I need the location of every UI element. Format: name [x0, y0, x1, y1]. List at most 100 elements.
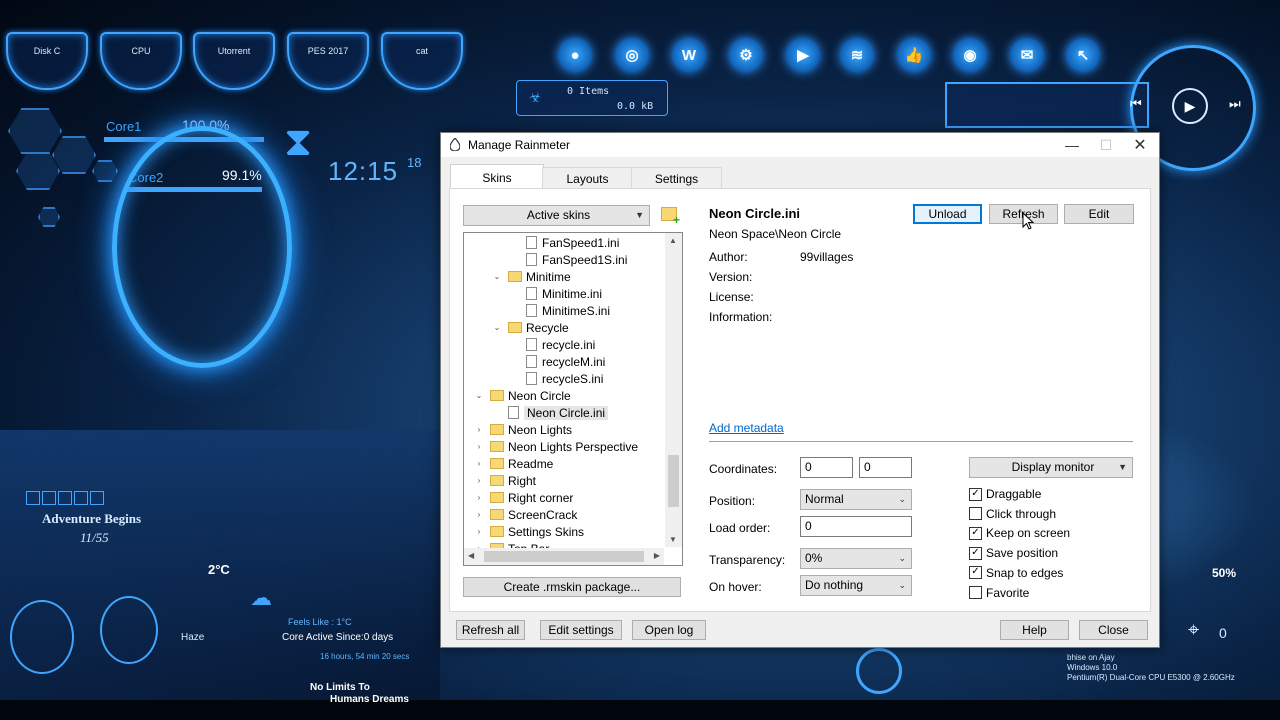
checkbox-keep-on-screen[interactable]: ✓ Keep on screen	[969, 526, 1070, 540]
gauge-cat[interactable]: cat	[381, 32, 463, 90]
expand-closed-icon[interactable]: ›	[474, 442, 484, 451]
checkmark-icon[interactable]: ✓	[969, 546, 982, 560]
tree-row[interactable]: › Right	[474, 472, 536, 489]
checkbox-save-position[interactable]: ✓ Save position	[969, 546, 1058, 560]
checkmark-icon[interactable]: ✓	[969, 526, 982, 540]
clock-seconds: 18	[407, 155, 422, 170]
radio-icon[interactable]: ◉	[953, 38, 987, 72]
tree-row[interactable]: › Neon Lights	[474, 421, 572, 438]
next-icon[interactable]: ⏭	[1229, 96, 1241, 112]
core-active: Core Active Since:0 days	[282, 632, 394, 643]
tab-skins[interactable]: Skins	[450, 164, 544, 190]
tree-item-label: Neon Circle	[508, 388, 571, 403]
empty-checkbox-icon[interactable]	[969, 507, 982, 521]
chrome-icon[interactable]: ◎	[615, 38, 649, 72]
title-bar[interactable]: Manage Rainmeter — ☐ ✕	[441, 133, 1159, 157]
coordinate-x-field[interactable]: 0	[800, 457, 853, 478]
coordinate-y-field[interactable]: 0	[859, 457, 912, 478]
like-icon[interactable]: 👍	[897, 38, 931, 72]
tree-row[interactable]: MinitimeS.ini	[510, 302, 610, 319]
maximize-button[interactable]: ☐	[1089, 133, 1123, 157]
select-value: Do nothing	[805, 578, 864, 592]
refresh-all-button[interactable]: Refresh all	[456, 620, 525, 640]
expand-open-icon[interactable]: ⌄	[474, 391, 484, 400]
tree-vertical-scrollbar[interactable]: ▲ ▼	[665, 233, 682, 547]
arrow-icon[interactable]: ↖	[1066, 38, 1100, 72]
checkbox-favorite[interactable]: Favorite	[969, 586, 1029, 600]
tree-row[interactable]: ⌄ Neon Circle	[474, 387, 571, 404]
load-order-field[interactable]: 0	[800, 516, 912, 537]
scroll-right-icon[interactable]: ▶	[654, 551, 660, 560]
tree-row[interactable]: › Settings Skins	[474, 523, 584, 540]
mail-icon[interactable]: ✉	[1010, 38, 1044, 72]
edit-settings-button[interactable]: Edit settings	[540, 620, 622, 640]
expand-closed-icon[interactable]: ›	[474, 493, 484, 502]
empty-checkbox-icon[interactable]	[969, 586, 982, 599]
tree-row[interactable]: › ScreenCrack	[474, 506, 578, 523]
edit-button[interactable]: Edit	[1064, 204, 1134, 224]
tree-row[interactable]: recycleS.ini	[510, 370, 603, 387]
tree-row[interactable]: › Readme	[474, 455, 554, 472]
tree-row[interactable]: Neon Circle.ini	[492, 404, 609, 421]
create-rmskin-package-button[interactable]: Create .rmskin package...	[463, 577, 681, 597]
checkbox-snap-to-edges[interactable]: ✓ Snap to edges	[969, 566, 1063, 580]
checkbox-click-through[interactable]: Click through	[969, 507, 1056, 521]
tree-item-label: Neon Lights Perspective	[508, 439, 639, 454]
checkbox-draggable[interactable]: ✓ Draggable	[969, 487, 1041, 501]
spotify-icon[interactable]: ≋	[840, 38, 874, 72]
tree-horizontal-scrollbar[interactable]: ◀ ▶	[464, 548, 664, 565]
tree-row[interactable]: › Neon Lights Perspective	[474, 438, 638, 455]
steam-icon[interactable]: ⚙	[729, 38, 763, 72]
checkmark-icon[interactable]: ✓	[969, 566, 982, 580]
tree-row[interactable]: ⌄ Minitime	[492, 268, 571, 285]
checkbox-label: Save position	[986, 546, 1059, 561]
tree-row[interactable]: Minitime.ini	[510, 285, 602, 302]
scroll-up-icon[interactable]: ▲	[669, 236, 677, 245]
skins-tree[interactable]: FanSpeed1.ini FanSpeed1S.ini ⌄ Minitime Mini…	[463, 232, 683, 566]
play-icon[interactable]: ▶	[1172, 88, 1208, 124]
open-log-button[interactable]: Open log	[632, 620, 706, 640]
checkmark-icon[interactable]: ✓	[969, 487, 982, 501]
close-window-button[interactable]: ✕	[1123, 133, 1157, 157]
tree-row[interactable]: › Right corner	[474, 489, 574, 506]
tree-row[interactable]: FanSpeed1.ini	[510, 234, 619, 251]
unload-button[interactable]: Unload	[913, 204, 982, 224]
word-icon[interactable]: W	[672, 38, 706, 72]
close-button[interactable]: Close	[1079, 620, 1148, 640]
minimize-button[interactable]: —	[1055, 133, 1089, 157]
previous-icon[interactable]: ⏮	[1130, 96, 1142, 112]
expand-closed-icon[interactable]: ›	[474, 476, 484, 485]
active-skins-dropdown[interactable]: Active skins ▼	[463, 205, 650, 226]
expand-closed-icon[interactable]: ›	[474, 425, 484, 434]
youtube-icon[interactable]: ▶	[786, 38, 820, 72]
expand-closed-icon[interactable]: ›	[474, 510, 484, 519]
gauge-pes-2017[interactable]: PES 2017	[287, 32, 369, 90]
tree-row[interactable]: ⌄ Recycle	[492, 319, 569, 336]
gauge-disk-c[interactable]: Disk C	[6, 32, 88, 90]
expand-closed-icon[interactable]: ›	[474, 459, 484, 468]
position-select[interactable]: Normal ⌄	[800, 489, 912, 510]
add-metadata-link[interactable]: Add metadata	[709, 421, 784, 435]
expand-closed-icon[interactable]: ›	[474, 527, 484, 536]
recycle-panel[interactable]: ☣ 0 Items 0.0 kB	[516, 80, 668, 116]
scrollbar-thumb[interactable]	[668, 455, 679, 507]
new-skin-icon[interactable]: +	[661, 207, 680, 226]
tree-row[interactable]: FanSpeed1S.ini	[510, 251, 627, 268]
gauge-utorrent[interactable]: Utorrent	[193, 32, 275, 90]
tree-row[interactable]: recycle.ini	[510, 336, 595, 353]
h-scrollbar-thumb[interactable]	[484, 551, 644, 562]
display-monitor-dropdown[interactable]: Display monitor ▼	[969, 457, 1133, 478]
gauge-cpu[interactable]: CPU	[100, 32, 182, 90]
weather-condition: Haze	[181, 632, 205, 643]
on-hover-select[interactable]: Do nothing ⌄	[800, 575, 912, 596]
help-button[interactable]: Help	[1000, 620, 1069, 640]
expand-open-icon[interactable]: ⌄	[492, 323, 502, 332]
tab-layouts[interactable]: Layouts	[542, 167, 633, 190]
expand-open-icon[interactable]: ⌄	[492, 272, 502, 281]
scroll-left-icon[interactable]: ◀	[468, 551, 474, 560]
tab-settings[interactable]: Settings	[631, 167, 722, 190]
scroll-down-icon[interactable]: ▼	[669, 535, 677, 544]
transparency-select[interactable]: 0% ⌄	[800, 548, 912, 569]
tree-row[interactable]: recycleM.ini	[510, 353, 605, 370]
reddit-icon[interactable]: ●	[558, 38, 592, 72]
